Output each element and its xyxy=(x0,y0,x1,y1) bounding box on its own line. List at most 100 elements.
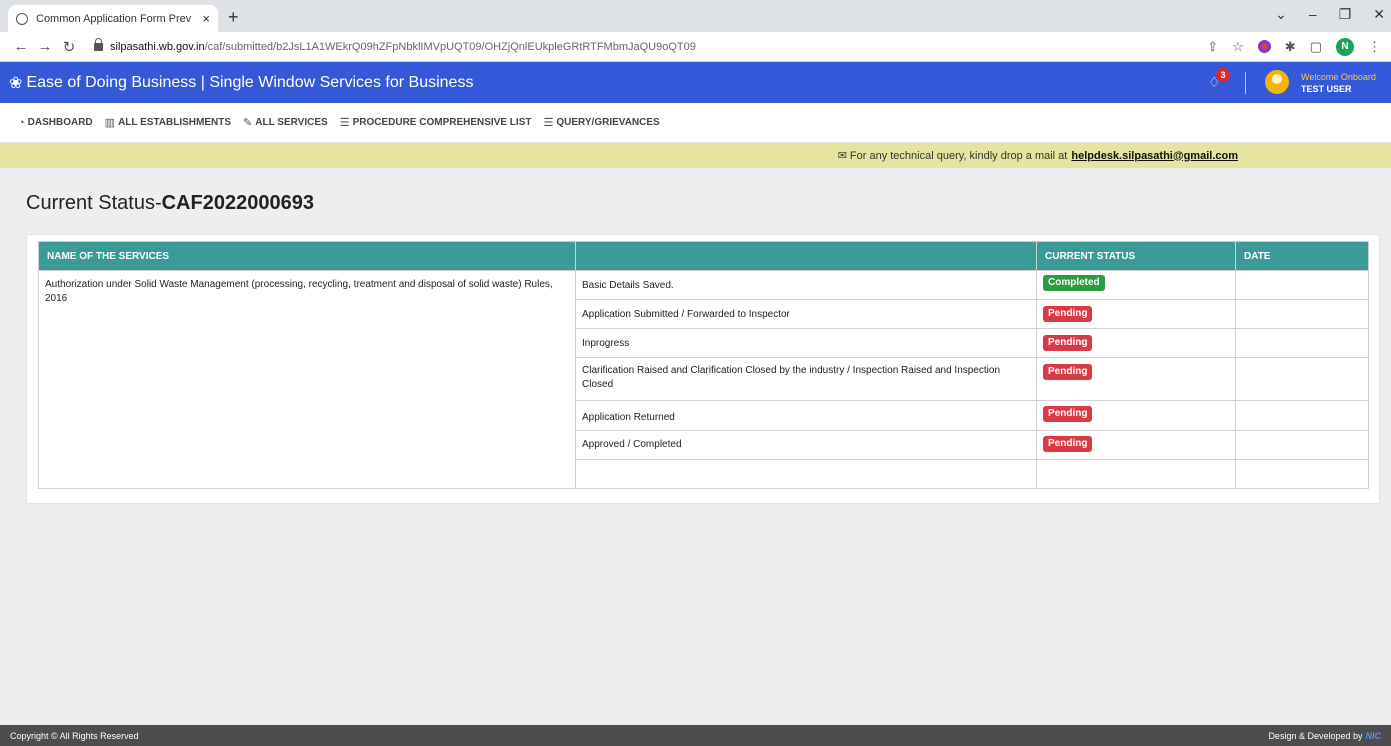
status-badge: Pending xyxy=(1043,436,1093,452)
table-header-row: NAME OF THE SERVICES CURRENT STATUS DATE xyxy=(38,241,1369,271)
column-header-date: DATE xyxy=(1235,241,1369,271)
user-name: TEST USER xyxy=(1301,84,1352,94)
status-cell: Pending xyxy=(1036,357,1236,401)
globe-icon xyxy=(16,12,28,25)
page-title: Current Status-CAF2022000693 xyxy=(26,192,314,215)
lock-icon[interactable] xyxy=(94,37,103,51)
minimize-icon[interactable]: – xyxy=(1309,6,1317,23)
building-icon: ▥ xyxy=(104,117,116,129)
user-menu[interactable]: Welcome Onboard TEST USER xyxy=(1301,71,1376,95)
credit-text: Design & Developed by xyxy=(1268,730,1363,741)
extensions-puzzle-icon[interactable]: ✱ xyxy=(1285,39,1296,55)
nav-label: DASHBOARD xyxy=(27,117,93,128)
header-divider xyxy=(1245,72,1246,94)
date-cell xyxy=(1235,357,1369,401)
table-row: Authorization under Solid Waste Manageme… xyxy=(38,270,1369,489)
list-icon: ☰ xyxy=(339,117,350,129)
nav-label: ALL ESTABLISHMENTS xyxy=(118,117,232,128)
step-cell: Clarification Raised and Clarification C… xyxy=(575,357,1037,401)
column-header-status: CURRENT STATUS xyxy=(1036,241,1236,271)
menu-dots-icon[interactable]: ⋮ xyxy=(1368,39,1381,55)
status-badge: Pending xyxy=(1043,335,1093,351)
nav-label: ALL SERVICES xyxy=(255,117,328,128)
restore-icon[interactable]: ❐ xyxy=(1339,6,1352,23)
new-tab-button[interactable]: + xyxy=(228,7,239,28)
date-cell xyxy=(1235,299,1369,329)
browser-tab[interactable]: Common Application Form Prev × xyxy=(8,5,218,32)
welcome-label: Welcome Onboard xyxy=(1301,72,1376,82)
date-cell xyxy=(1235,459,1369,489)
helpdesk-text: For any technical query, kindly drop a m… xyxy=(849,149,1068,162)
envelope-icon: ✉ xyxy=(837,150,847,162)
helpdesk-email-link[interactable]: helpdesk.silpasathi@gmail.com xyxy=(1071,150,1238,162)
service-name-cell: Authorization under Solid Waste Manageme… xyxy=(38,270,576,489)
main-nav: ◔ DASHBOARD ▥ ALL ESTABLISHMENTS ✎ ALL S… xyxy=(0,103,1391,143)
close-tab-icon[interactable]: × xyxy=(202,11,210,26)
nav-query-grievances[interactable]: ☰ QUERY/GRIEVANCES xyxy=(543,116,659,129)
url-field[interactable]: silpasathi.wb.gov.in/caf/submitted/b2JsL… xyxy=(110,41,1207,53)
status-cell: Completed xyxy=(1036,270,1236,300)
caf-number: CAF2022000693 xyxy=(161,192,314,214)
profile-avatar[interactable]: N xyxy=(1336,37,1354,56)
app-title[interactable]: Ease of Doing Business | Single Window S… xyxy=(26,74,473,92)
date-cell xyxy=(1235,328,1369,358)
step-cell: Application Returned xyxy=(575,400,1037,431)
status-badge: Pending xyxy=(1043,406,1093,422)
helpdesk-info-strip: ✉ For any technical query, kindly drop a… xyxy=(0,143,1391,168)
footer: Copyright © All Rights Reserved Design &… xyxy=(0,725,1391,746)
nav-dashboard[interactable]: ◔ DASHBOARD xyxy=(18,117,93,129)
forward-icon[interactable]: → xyxy=(34,38,56,55)
status-card: NAME OF THE SERVICES CURRENT STATUS DATE… xyxy=(26,234,1380,504)
nav-all-establishments[interactable]: ▥ ALL ESTABLISHMENTS xyxy=(105,116,231,129)
nic-logo[interactable]: NIC xyxy=(1366,731,1382,741)
step-cell: Basic Details Saved. xyxy=(575,270,1037,300)
wrench-icon: ✎ xyxy=(243,117,253,129)
nav-all-services[interactable]: ✎ ALL SERVICES xyxy=(243,116,328,129)
step-cell xyxy=(575,459,1037,489)
extension-icon[interactable] xyxy=(1257,40,1271,53)
status-cell: Pending xyxy=(1036,299,1236,329)
address-bar: ← → ↻ silpasathi.wb.gov.in/caf/submitted… xyxy=(0,32,1391,62)
copyright-text: Copyright © All Rights Reserved xyxy=(10,730,139,741)
status-badge: Pending xyxy=(1043,364,1093,380)
share-icon[interactable]: ⇪ xyxy=(1207,39,1218,55)
url-host: silpasathi.wb.gov.in xyxy=(110,40,205,53)
status-cell: Pending xyxy=(1036,400,1236,431)
notification-button[interactable]: ♢ 3 xyxy=(1208,68,1230,92)
developer-credit: Design & Developed by NIC xyxy=(1268,731,1381,741)
status-badge: Pending xyxy=(1043,306,1093,322)
tab-search-icon[interactable]: ⌄ xyxy=(1275,6,1287,23)
notification-count-badge: 3 xyxy=(1216,68,1230,82)
side-panel-icon[interactable]: ▢ xyxy=(1310,39,1322,55)
browser-toolbar: ⇪ ☆ ✱ ▢ N ⋮ xyxy=(1207,37,1381,56)
date-cell xyxy=(1235,270,1369,300)
status-table: NAME OF THE SERVICES CURRENT STATUS DATE… xyxy=(38,241,1369,489)
step-cell: Approved / Completed xyxy=(575,430,1037,460)
step-cell: Inprogress xyxy=(575,328,1037,358)
status-cell: Pending xyxy=(1036,328,1236,358)
close-window-icon[interactable]: ✕ xyxy=(1373,6,1385,23)
date-cell xyxy=(1235,400,1369,431)
nav-label: PROCEDURE COMPREHENSIVE LIST xyxy=(352,117,532,128)
list-icon: ☰ xyxy=(543,117,554,129)
app-header: ❀ Ease of Doing Business | Single Window… xyxy=(0,62,1391,103)
column-header-step xyxy=(575,241,1037,271)
back-icon[interactable]: ← xyxy=(10,38,32,55)
nav-label: QUERY/GRIEVANCES xyxy=(556,117,660,128)
reload-icon[interactable]: ↻ xyxy=(58,38,80,56)
browser-tabstrip: Common Application Form Prev × + ⌄ – ❐ ✕ xyxy=(0,0,1391,32)
url-path: /caf/submitted/b2JsL1A1WEkrQ09hZFpNbklIM… xyxy=(204,40,696,53)
date-cell xyxy=(1235,430,1369,460)
nav-procedure-list[interactable]: ☰ PROCEDURE COMPREHENSIVE LIST xyxy=(340,116,532,129)
window-controls: ⌄ – ❐ ✕ xyxy=(1275,6,1385,23)
status-cell: Pending xyxy=(1036,430,1236,460)
tab-title: Common Application Form Prev xyxy=(36,12,192,25)
page-title-prefix: Current Status- xyxy=(26,192,162,214)
user-avatar[interactable] xyxy=(1265,70,1289,94)
bookmark-star-icon[interactable]: ☆ xyxy=(1232,39,1244,55)
step-cell: Application Submitted / Forwarded to Ins… xyxy=(575,299,1037,329)
brand-logo-icon: ❀ xyxy=(9,74,23,92)
status-badge: Completed xyxy=(1043,275,1105,291)
status-cell xyxy=(1036,459,1236,489)
column-header-services: NAME OF THE SERVICES xyxy=(38,241,576,271)
